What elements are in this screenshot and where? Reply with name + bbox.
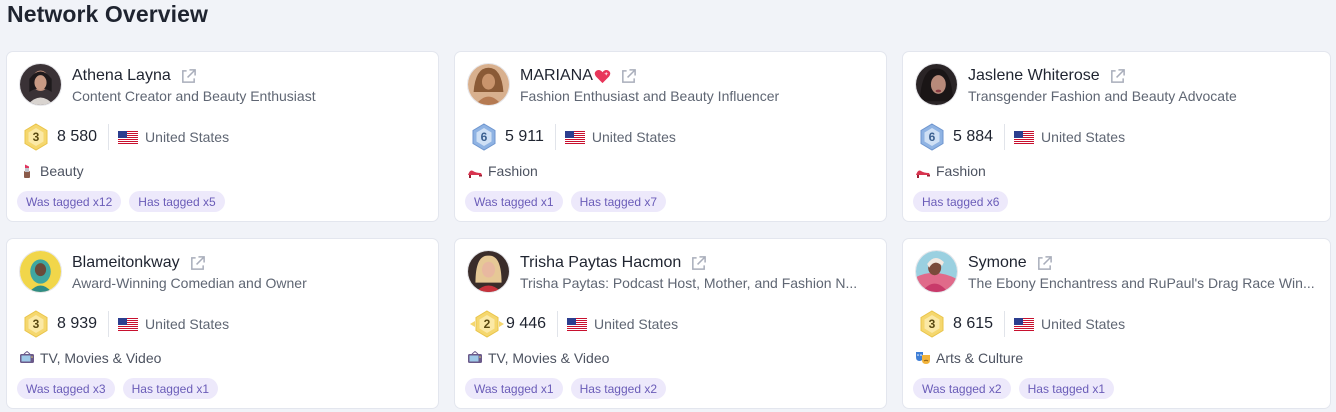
was-tagged-chip[interactable]: Was tagged x2 [913, 378, 1011, 399]
has-tagged-chip[interactable]: Has tagged x2 [570, 378, 666, 399]
avatar[interactable] [467, 63, 510, 106]
was-tagged-chip[interactable]: Was tagged x12 [17, 191, 122, 212]
sparkling-heart-icon [594, 69, 611, 84]
was-tagged-chip[interactable]: Was tagged x3 [17, 378, 115, 399]
influencer-name[interactable]: Trisha Paytas Hacmon [520, 254, 681, 272]
rank-badge: 3 [22, 123, 50, 151]
rank-badge: 6 [918, 123, 946, 151]
us-flag-icon [564, 130, 585, 144]
us-flag-icon [1014, 317, 1035, 331]
country: United States [145, 316, 230, 332]
high-heel-icon [915, 163, 931, 179]
external-link-icon[interactable] [180, 68, 197, 85]
divider [1004, 311, 1006, 337]
rank-number: 6 [928, 130, 936, 144]
country: United States [1041, 129, 1126, 145]
influencer-card[interactable]: Symone The Ebony Enchantress and RuPaul'… [902, 238, 1331, 409]
rank-number: 2 [483, 317, 491, 331]
tv-icon [19, 350, 35, 366]
category-label: TV, Movies & Video [40, 350, 162, 366]
category-label: Fashion [488, 163, 538, 179]
country: United States [594, 316, 679, 332]
influencer-name[interactable]: Blameitonkway [72, 254, 180, 272]
page-title: Network Overview [7, 1, 209, 27]
lipstick-icon [19, 163, 35, 179]
influencer-card[interactable]: Jaslene Whiterose Transgender Fashion an… [902, 51, 1331, 222]
has-tagged-chip[interactable]: Has tagged x1 [1018, 378, 1114, 399]
theater-masks-icon [915, 350, 931, 366]
was-tagged-chip[interactable]: Was tagged x1 [465, 378, 563, 399]
external-link-icon[interactable] [1036, 255, 1053, 272]
external-link-icon[interactable] [620, 68, 637, 85]
influencer-name[interactable]: Symone [968, 254, 1027, 272]
influencer-bio: Fashion Enthusiast and Beauty Influencer [520, 88, 780, 104]
rank-number: 3 [928, 317, 936, 331]
avatar[interactable] [915, 63, 958, 106]
score: 9 446 [506, 315, 547, 332]
influencer-grid: Athena Layna Content Creator and Beauty … [6, 51, 1331, 409]
us-flag-icon [567, 317, 588, 331]
influencer-bio: Content Creator and Beauty Enthusiast [72, 88, 316, 104]
influencer-card[interactable]: MARIANA Fashion Enthusiast and Beauty In… [454, 51, 887, 222]
category-label: Beauty [40, 163, 84, 179]
us-flag-icon [118, 130, 139, 144]
country: United States [145, 129, 230, 145]
country: United States [591, 129, 676, 145]
rank-badge: 2 [470, 310, 504, 338]
category-label: Fashion [936, 163, 986, 179]
avatar[interactable] [915, 250, 958, 293]
influencer-name[interactable]: Jaslene Whiterose [968, 67, 1100, 85]
divider [108, 311, 110, 337]
score: 8 939 [57, 315, 98, 332]
influencer-name[interactable]: Athena Layna [72, 67, 171, 85]
score: 8 615 [953, 315, 994, 332]
avatar[interactable] [19, 63, 62, 106]
category-label: Arts & Culture [936, 350, 1024, 366]
influencer-bio: Award-Winning Comedian and Owner [72, 275, 307, 291]
rank-number: 6 [480, 130, 488, 144]
has-tagged-chip[interactable]: Has tagged x5 [129, 191, 225, 212]
category-label: TV, Movies & Video [488, 350, 610, 366]
score: 8 580 [57, 128, 98, 145]
rank-number: 3 [32, 130, 40, 144]
influencer-card[interactable]: Trisha Paytas Hacmon Trisha Paytas: Podc… [454, 238, 887, 409]
divider [108, 124, 110, 150]
score: 5 884 [953, 128, 994, 145]
has-tagged-chip[interactable]: Has tagged x1 [122, 378, 218, 399]
high-heel-icon [467, 163, 483, 179]
avatar[interactable] [467, 250, 510, 293]
rank-badge: 6 [470, 123, 498, 151]
influencer-card[interactable]: Blameitonkway Award-Winning Comedian and… [6, 238, 439, 409]
divider [1004, 124, 1006, 150]
rank-badge: 3 [918, 310, 946, 338]
tv-icon [467, 350, 483, 366]
influencer-card[interactable]: Athena Layna Content Creator and Beauty … [6, 51, 439, 222]
avatar[interactable] [19, 250, 62, 293]
rank-number: 3 [32, 317, 40, 331]
us-flag-icon [1014, 130, 1035, 144]
has-tagged-chip[interactable]: Has tagged x6 [913, 191, 1009, 212]
country: United States [1041, 316, 1126, 332]
score: 5 911 [505, 128, 544, 145]
has-tagged-chip[interactable]: Has tagged x7 [570, 191, 666, 212]
influencer-bio: The Ebony Enchantress and RuPaul's Drag … [968, 275, 1315, 291]
rank-badge: 3 [22, 310, 50, 338]
was-tagged-chip[interactable]: Was tagged x1 [465, 191, 563, 212]
us-flag-icon [118, 317, 139, 331]
influencer-name[interactable]: MARIANA [520, 67, 593, 85]
external-link-icon[interactable] [1109, 68, 1126, 85]
influencer-bio: Trisha Paytas: Podcast Host, Mother, and… [520, 275, 858, 291]
divider [557, 311, 559, 337]
external-link-icon[interactable] [690, 255, 707, 272]
influencer-bio: Transgender Fashion and Beauty Advocate [968, 88, 1237, 104]
divider [554, 124, 556, 150]
external-link-icon[interactable] [189, 255, 206, 272]
